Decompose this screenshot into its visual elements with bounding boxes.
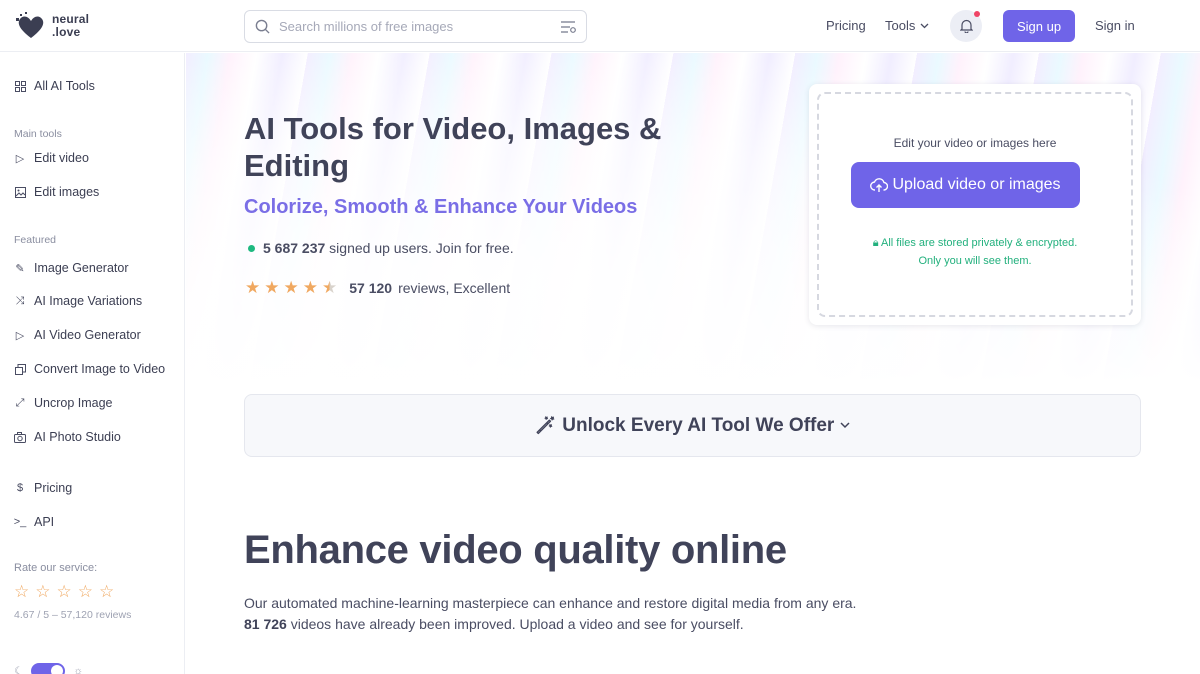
sidebar: All AI Tools Main tools ▷ Edit video Edi… <box>0 53 185 674</box>
sidebar-item-ai-video-generator[interactable]: ▷ AI Video Generator <box>14 328 141 342</box>
camera-icon <box>14 431 26 443</box>
sidebar-item-label: Pricing <box>34 481 73 495</box>
sidebar-item-api[interactable]: >_ API <box>14 515 54 529</box>
dollar-icon: $ <box>16 482 24 494</box>
nav-tools-dropdown[interactable]: Tools <box>885 18 929 33</box>
heart-logo-icon <box>16 12 44 38</box>
online-dot-icon <box>248 244 255 252</box>
nav-pricing-link[interactable]: Pricing <box>826 18 866 33</box>
star-filled-icon: ★ <box>264 278 280 297</box>
brush-icon: ✎ <box>15 262 25 275</box>
upload-hint: Edit your video or images here <box>893 136 1057 150</box>
videos-count: 81 726 <box>244 616 287 632</box>
play-icon: ▷ <box>15 152 25 165</box>
chevron-down-icon <box>840 422 850 429</box>
logo-text-line2: .love <box>52 25 81 39</box>
sidebar-item-edit-images[interactable]: Edit images <box>14 185 99 199</box>
stack-icon <box>14 363 26 375</box>
top-header: neural .love Pricing Tools Sign up Sign … <box>0 0 1200 52</box>
star-half-icon: ★ <box>322 278 338 297</box>
sidebar-item-label: Convert Image to Video <box>34 362 166 376</box>
expand-icon: ⤢ <box>15 396 25 409</box>
rate-label: Rate our service: <box>14 562 98 574</box>
upload-card: Edit your video or images here Upload vi… <box>809 84 1141 325</box>
sidebar-item-label: Edit images <box>34 185 100 199</box>
users-count-row: 5 687 237 signed up users. Join for free… <box>248 240 514 256</box>
secure-note: 🔒︎ All files are stored privately & encr… <box>809 234 1141 270</box>
search-icon <box>255 19 270 34</box>
upload-button[interactable]: Upload video or images <box>851 162 1080 208</box>
sidebar-item-ai-image-variations[interactable]: ⤨ AI Image Variations <box>14 294 143 308</box>
sidebar-item-uncrop-image[interactable]: ⤢ Uncrop Image <box>14 396 113 410</box>
unlock-tools-dropdown[interactable]: 🪄︎ Unlock Every AI Tool We Offer <box>244 394 1141 457</box>
terminal-icon: >_ <box>13 516 27 528</box>
theme-toggle-row: ☾ ☼ <box>14 663 83 674</box>
rate-star-icon[interactable]: ☆ <box>99 583 114 600</box>
signup-button[interactable]: Sign up <box>1003 10 1075 42</box>
hero-title: AI Tools for Video, Images & Editing <box>244 111 662 183</box>
sidebar-item-convert-image-to-video[interactable]: Convert Image to Video <box>14 362 165 376</box>
play-icon: ▷ <box>15 329 25 342</box>
rating-stars: ★ ★ ★ ★ ★ <box>245 279 337 296</box>
moon-icon: ☾ <box>14 665 24 674</box>
reviews-row[interactable]: ★ ★ ★ ★ ★ 57 120 reviews, Excellent <box>245 279 510 296</box>
rate-star-icon[interactable]: ☆ <box>14 583 29 600</box>
cloud-upload-icon <box>870 178 889 192</box>
sidebar-item-pricing[interactable]: $ Pricing <box>14 481 72 495</box>
sidebar-item-label: All AI Tools <box>34 79 95 93</box>
search-input[interactable] <box>279 19 560 34</box>
upload-button-label: Upload video or images <box>892 176 1061 193</box>
sidebar-item-label: AI Image Variations <box>34 294 143 308</box>
users-count: 5 687 237 <box>263 240 326 256</box>
secure-line2: Only you will see them. <box>918 255 1032 267</box>
sidebar-item-label: Uncrop Image <box>34 396 113 410</box>
lock-icon: 🔒︎ <box>872 237 879 249</box>
bell-icon <box>959 19 973 33</box>
sidebar-item-label: Image Generator <box>34 261 129 275</box>
theme-toggle[interactable] <box>31 663 66 674</box>
nav-tools-label: Tools <box>885 18 916 33</box>
notifications-button[interactable] <box>950 10 982 42</box>
reviews-count: 57 120 <box>349 279 393 296</box>
sidebar-item-label: AI Photo Studio <box>34 430 121 444</box>
sidebar-item-all-tools[interactable]: All AI Tools <box>14 79 95 93</box>
image-icon <box>14 186 26 198</box>
sidebar-item-image-generator[interactable]: ✎ Image Generator <box>14 261 129 275</box>
filter-icon[interactable] <box>560 20 576 34</box>
grid-icon <box>14 80 26 92</box>
sidebar-heading-featured: Featured <box>14 234 57 246</box>
magic-wand-icon: 🪄︎ <box>534 415 557 435</box>
shuffle-icon: ⤨ <box>15 294 25 307</box>
sidebar-item-label: Edit video <box>34 151 89 165</box>
reviews-text: reviews, Excellent <box>398 279 511 296</box>
sun-icon: ☼ <box>73 665 84 674</box>
signin-link[interactable]: Sign in <box>1095 18 1135 33</box>
rate-star-icon[interactable]: ☆ <box>78 583 93 600</box>
sidebar-heading-main: Main tools <box>14 128 62 140</box>
rate-star-icon[interactable]: ☆ <box>57 583 72 600</box>
notification-badge <box>974 11 980 17</box>
logo[interactable]: neural .love <box>14 10 89 42</box>
star-filled-icon: ★ <box>245 278 261 297</box>
sidebar-item-label: API <box>34 515 55 529</box>
unlock-label: Unlock Every AI Tool We Offer <box>562 414 835 436</box>
hero-subtitle: Colorize, Smooth & Enhance Your Videos <box>244 196 638 218</box>
sidebar-item-ai-photo-studio[interactable]: AI Photo Studio <box>14 430 121 444</box>
section-description: Our automated machine-learning masterpie… <box>244 593 944 635</box>
rate-stars[interactable]: ☆ ☆ ☆ ☆ ☆ <box>14 583 114 600</box>
description-line2: videos have already been improved. Uploa… <box>286 616 744 632</box>
section-title: Enhance video quality online <box>244 528 787 572</box>
description-line1: Our automated machine-learning masterpie… <box>244 595 857 611</box>
rate-info: 4.67 / 5 – 57,120 reviews <box>14 609 132 621</box>
sidebar-item-label: AI Video Generator <box>34 328 141 342</box>
star-filled-icon: ★ <box>302 278 318 297</box>
rate-star-icon[interactable]: ☆ <box>35 583 50 600</box>
chevron-down-icon <box>920 23 929 28</box>
secure-line1: All files are stored privately & encrypt… <box>881 237 1078 249</box>
sidebar-item-edit-video[interactable]: ▷ Edit video <box>14 151 89 165</box>
users-text: signed up users. Join for free. <box>325 240 514 256</box>
search-box[interactable] <box>244 10 587 43</box>
star-filled-icon: ★ <box>283 278 299 297</box>
